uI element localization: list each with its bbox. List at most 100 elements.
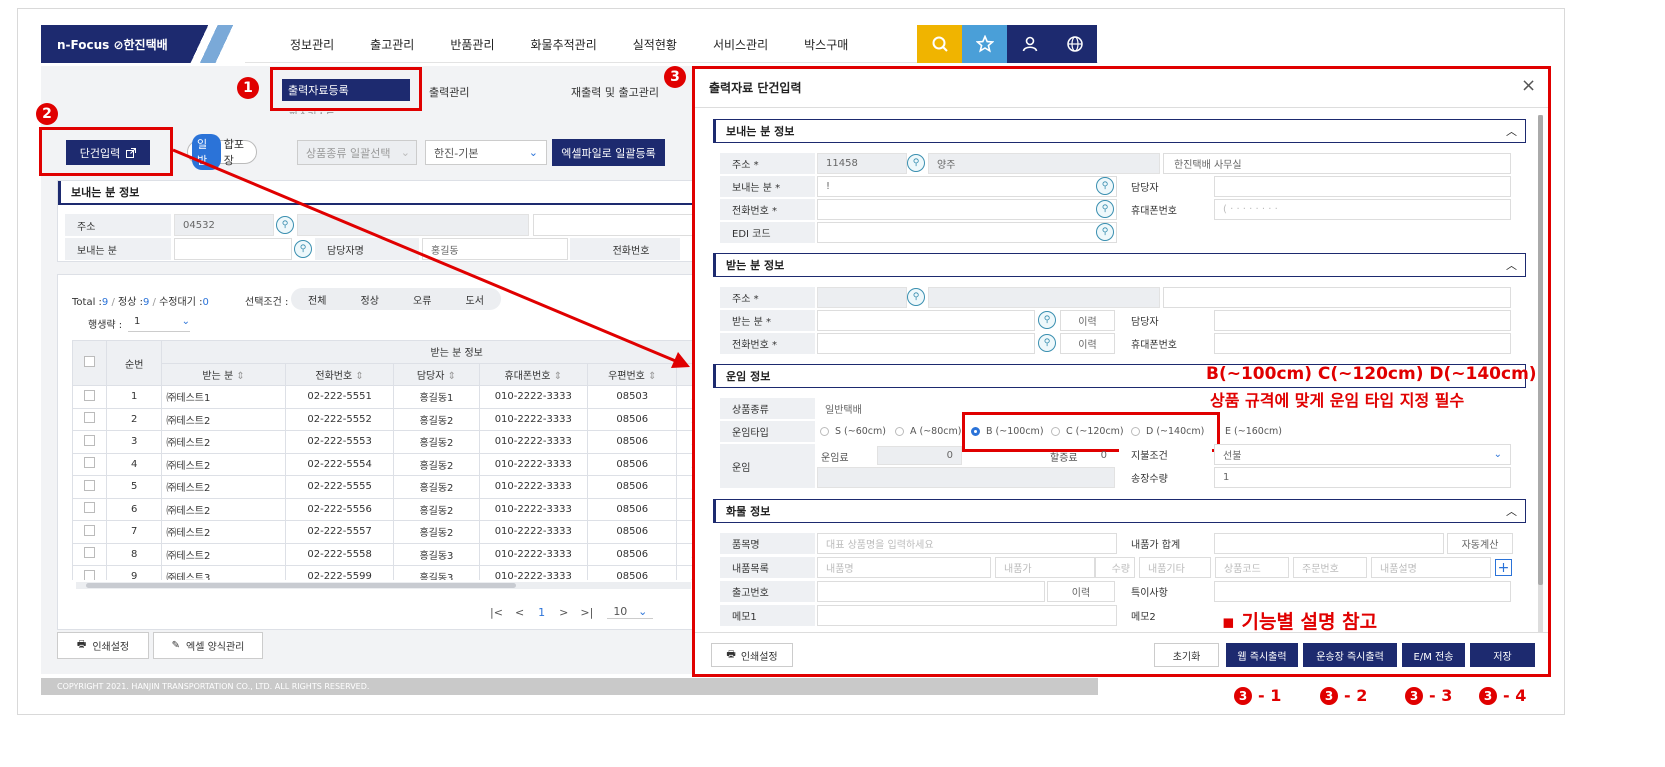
modal-receiver-contact-label: 담당자 <box>1119 310 1212 331</box>
waybill-print-button[interactable]: 운송장 즉시출력 <box>1303 643 1397 667</box>
modal-receiver-address-label: 주소 * <box>720 287 815 308</box>
fare-note-sizes: B(~100cm) C(~120cm) D(~140cm) <box>1206 364 1537 384</box>
modal-sender-name-label: 보내는 분 * <box>720 176 815 197</box>
modal-receiver-addr-detail[interactable] <box>1163 287 1511 308</box>
modal-fare-title: 운임 정보 <box>726 370 771 383</box>
receiver-history-button[interactable]: 이력 <box>1060 310 1115 331</box>
modal-cargo-section[interactable]: 화물 정보 ︿ <box>713 499 1526 523</box>
pay-condition-select[interactable]: 선불 ⌄ <box>1214 444 1511 465</box>
search-icon[interactable]: ⚲ <box>1038 311 1056 329</box>
special-notes-field[interactable] <box>1214 581 1511 602</box>
auto-calc-button[interactable]: 자동계산 <box>1447 533 1513 554</box>
reset-button[interactable]: 초기화 <box>1154 643 1219 667</box>
modal-mobile-label: 휴대폰번호 <box>1119 199 1212 220</box>
modal-receiver-phone-field[interactable] <box>817 333 1035 354</box>
item-field-code[interactable]: 상품코드 <box>1215 557 1289 578</box>
modal-title: 출력자료 단건입력 <box>709 81 802 95</box>
search-icon[interactable]: ⚲ <box>1096 200 1114 218</box>
modal-contact-field[interactable] <box>1214 176 1511 197</box>
collapse-icon[interactable]: ︿ <box>1506 503 1517 519</box>
footer-label-3: 3 - 3 <box>1405 686 1452 705</box>
modal-sender-address-label: 주소 * <box>720 153 815 174</box>
modal-receiver-zip[interactable] <box>817 287 907 308</box>
item-total-field[interactable] <box>1214 533 1444 554</box>
modal-scrollbar[interactable] <box>1538 115 1543 633</box>
fare-type-e[interactable]: E (~160cm) <box>1225 426 1282 437</box>
modal-receiver-name-label: 받는 분 * <box>720 310 815 331</box>
modal-sender-phone-field[interactable] <box>817 199 1117 220</box>
footer-label-4: 3 - 4 <box>1479 686 1526 705</box>
fare-type-e-label: E (~160cm) <box>1225 426 1283 437</box>
modal-sender-zip[interactable]: 11458 <box>817 153 907 174</box>
item-field-order[interactable]: 주문번호 <box>1293 557 1367 578</box>
item-field-price[interactable]: 내품가 <box>995 557 1095 578</box>
item-field-desc[interactable]: 내품설명 <box>1371 557 1491 578</box>
receiver-phone-history-button[interactable]: 이력 <box>1060 333 1115 354</box>
printer-icon: 🖶 <box>726 648 736 660</box>
footer-label-2: 3 - 2 <box>1320 686 1367 705</box>
search-icon[interactable]: ⚲ <box>1096 223 1114 241</box>
em-send-button[interactable]: E/M 전송 <box>1402 643 1465 667</box>
footer-circle-1: 3 <box>1234 686 1252 705</box>
modal-receiver-city[interactable] <box>928 287 1160 308</box>
modal-receiver-name-field[interactable] <box>817 310 1035 331</box>
fare-type-s[interactable]: S (~60cm) <box>820 426 895 437</box>
modal-print-settings-button[interactable]: 🖶 인쇄설정 <box>711 643 793 667</box>
memo1-label: 메모1 <box>720 605 815 626</box>
feature-note: ▪ 기능별 설명 참고 <box>1222 611 1378 633</box>
modal-scrollbar-thumb[interactable] <box>1538 115 1543 585</box>
fare-note-required: 상품 규격에 맞게 운임 타입 지정 필수 <box>1210 391 1465 410</box>
modal-edi-label: EDI 코드 <box>720 222 815 243</box>
fare-type-a-label: A (~80cm) <box>910 426 962 437</box>
modal-cargo-title: 화물 정보 <box>726 505 771 518</box>
fare-total-field[interactable] <box>817 467 1115 488</box>
pay-condition-label: 지불조건 <box>1119 444 1212 465</box>
item-field-qty[interactable]: 수량 <box>1095 557 1135 578</box>
search-icon[interactable]: ⚲ <box>907 154 925 172</box>
fare-type-a[interactable]: A (~80cm) <box>895 426 971 437</box>
modal-sender-title: 보내는 분 정보 <box>726 125 795 138</box>
extra-fare-field[interactable]: 0 <box>1025 446 1115 465</box>
modal-receiver-title: 받는 분 정보 <box>726 259 785 272</box>
base-fare-label: 운임료 <box>821 453 849 464</box>
footer-label-4-text: - 4 <box>1503 686 1527 705</box>
save-button[interactable]: 저장 <box>1470 643 1535 667</box>
modal-sender-phone-label: 전화번호 * <box>720 199 815 220</box>
web-print-button[interactable]: 웹 즉시출력 <box>1226 643 1298 667</box>
close-icon[interactable]: × <box>1521 75 1536 96</box>
modal-sender-section[interactable]: 보내는 분 정보 ︿ <box>713 119 1526 143</box>
search-icon[interactable]: ⚲ <box>907 288 925 306</box>
search-icon[interactable]: ⚲ <box>1096 177 1114 195</box>
modal-receiver-section[interactable]: 받는 분 정보 ︿ <box>713 253 1526 277</box>
footer-label-2-text: - 2 <box>1344 686 1368 705</box>
ship-history-button[interactable]: 이력 <box>1047 581 1115 602</box>
collapse-icon[interactable]: ︿ <box>1506 257 1517 273</box>
collapse-icon[interactable]: ︿ <box>1506 123 1517 139</box>
footer-label-3-text: - 3 <box>1429 686 1453 705</box>
footer-circle-2: 3 <box>1320 686 1338 705</box>
chevron-down-icon: ⌄ <box>1493 449 1502 460</box>
modal-receiver-mobile-field[interactable] <box>1214 333 1511 354</box>
item-name-field[interactable]: 대표 상품명을 입력하세요 <box>817 533 1117 554</box>
waybill-qty-field[interactable]: 1 <box>1214 467 1511 488</box>
radio[interactable] <box>895 427 904 436</box>
add-item-icon[interactable]: + <box>1495 559 1512 576</box>
search-icon[interactable]: ⚲ <box>1038 334 1056 352</box>
radio[interactable] <box>820 427 829 436</box>
modal-footer-divider <box>695 632 1548 633</box>
memo2-label: 메모2 <box>1119 605 1212 626</box>
modal-mobile-field[interactable]: ( · · · · · · · · <box>1214 199 1511 220</box>
fare-label: 운임 <box>720 444 815 488</box>
item-field-etc[interactable]: 내품기타 <box>1139 557 1211 578</box>
modal-receiver-contact-field[interactable] <box>1214 310 1511 331</box>
base-fare-field[interactable]: 0 <box>877 446 962 465</box>
modal-receiver-mobile-label: 휴대폰번호 <box>1119 333 1212 354</box>
modal-sender-city[interactable]: 양주 <box>928 153 1160 174</box>
memo1-field[interactable] <box>817 605 1117 626</box>
modal-edi-field[interactable] <box>817 222 1117 243</box>
modal-sender-name-field[interactable]: ! <box>817 176 1117 197</box>
modal-sender-addr-detail[interactable]: 한진택배 사무실 <box>1163 153 1511 174</box>
item-field-name[interactable]: 내품명 <box>817 557 991 578</box>
ship-number-field[interactable] <box>817 581 1045 602</box>
ship-number-label: 출고번호 <box>720 581 815 602</box>
